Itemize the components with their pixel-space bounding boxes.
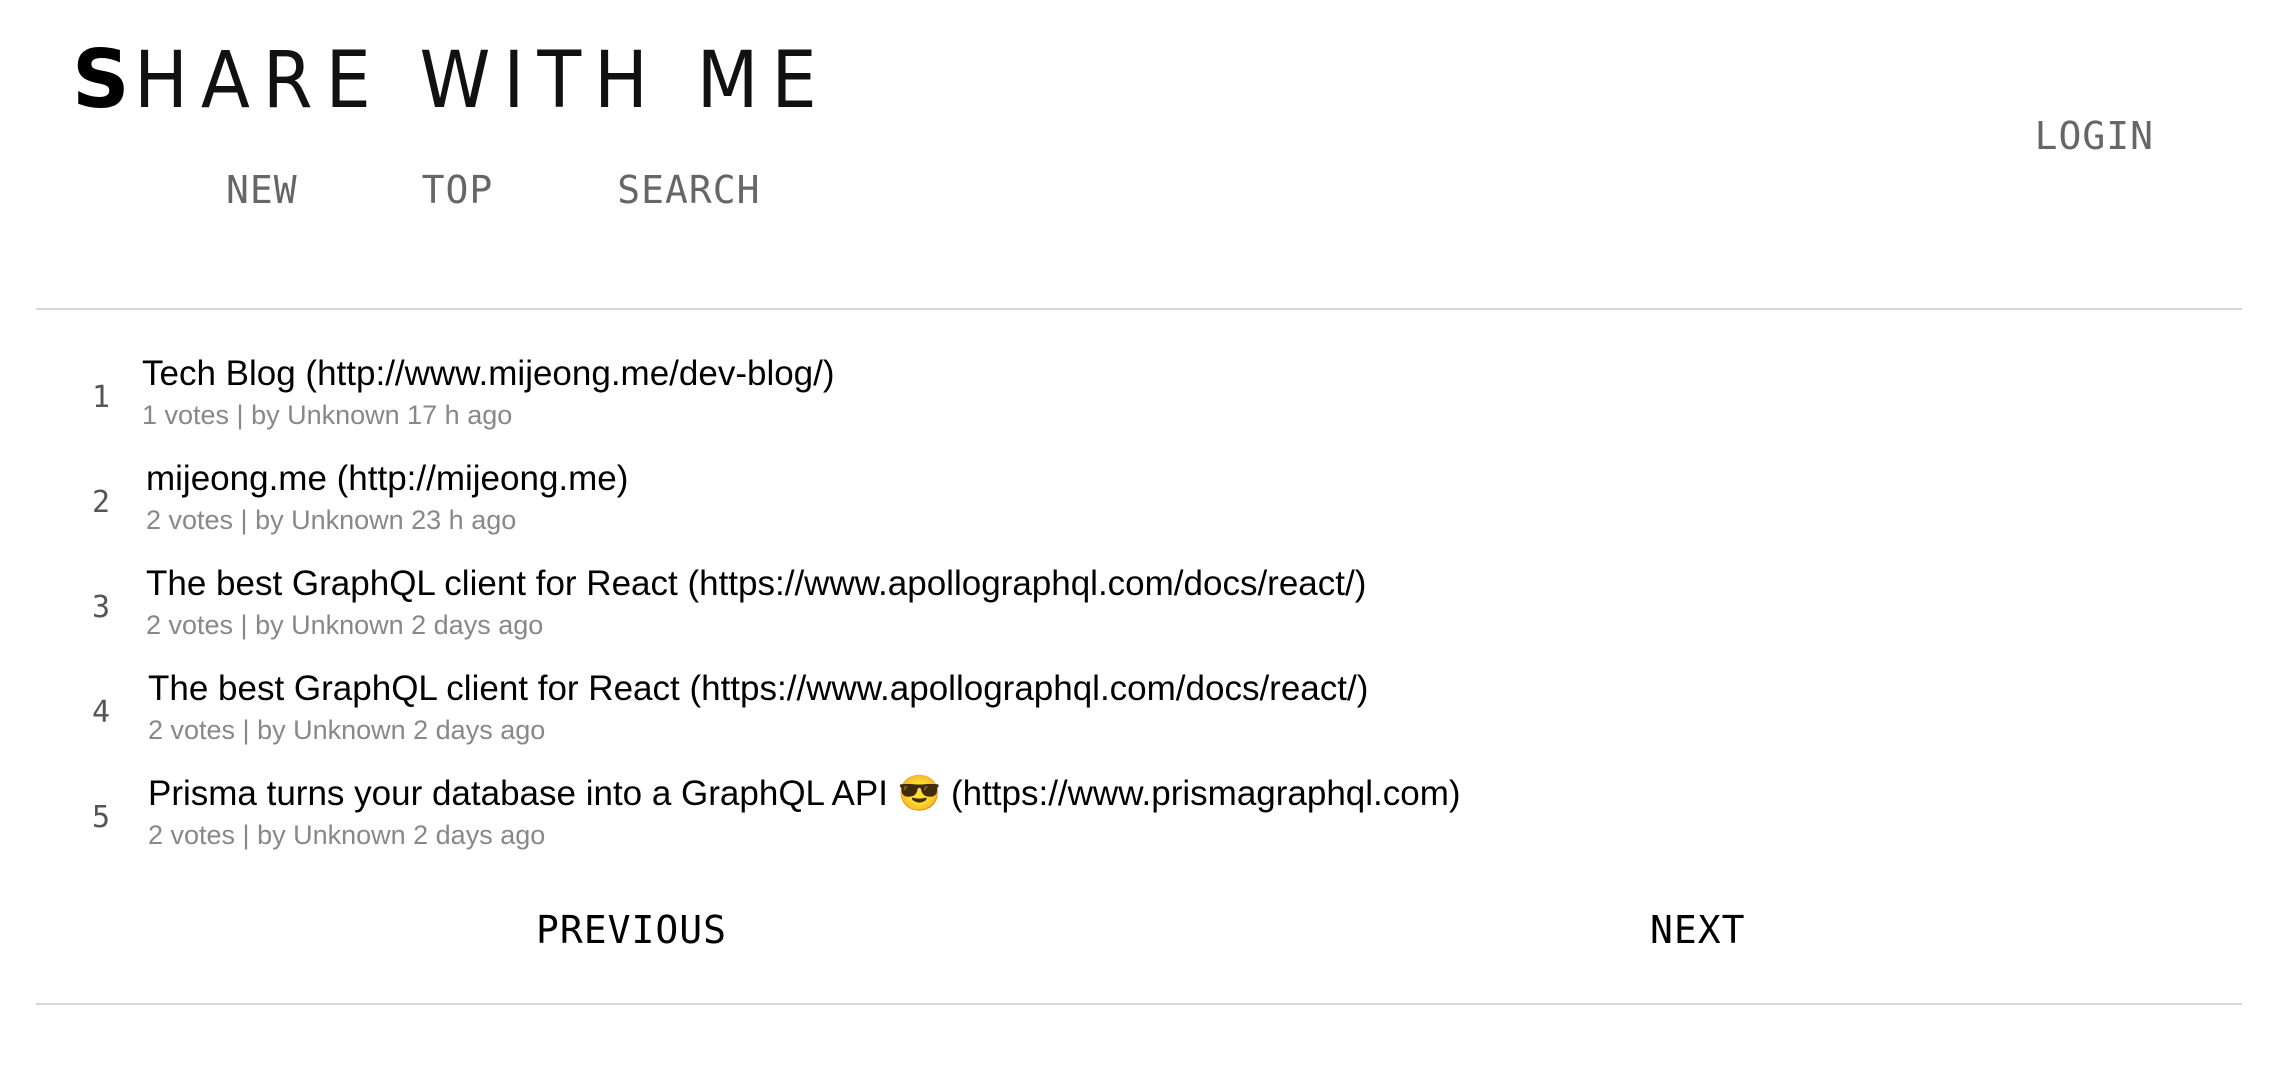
item-rank: 1 [92, 380, 111, 415]
nav-top-link[interactable]: TOP [422, 168, 494, 212]
header-divider [36, 308, 2242, 310]
item-body: The best GraphQL client for React (https… [146, 560, 1366, 642]
main-nav: NEW TOP SEARCH [226, 168, 761, 212]
list-item: 1 Tech Blog (http://www.mijeong.me/dev-b… [0, 350, 2278, 454]
item-title-link[interactable]: The best GraphQL client for React (https… [146, 560, 1366, 608]
list-item: 4 The best GraphQL client for React (htt… [0, 665, 2278, 769]
item-rank: 3 [92, 590, 111, 625]
nav-search-link[interactable]: SEARCH [617, 168, 760, 212]
item-meta: 2 votes | by Unknown 2 days ago [146, 610, 544, 640]
item-meta: 2 votes | by Unknown 2 days ago [148, 715, 546, 745]
item-meta: 2 votes | by Unknown 2 days ago [148, 820, 546, 850]
list-item: 5 Prisma turns your database into a Grap… [0, 770, 2278, 874]
item-body: Prisma turns your database into a GraphQ… [148, 770, 1461, 852]
item-meta: 2 votes | by Unknown 23 h ago [146, 505, 517, 535]
list-item: 3 The best GraphQL client for React (htt… [0, 560, 2278, 664]
item-meta: 1 votes | by Unknown 17 h ago [142, 400, 513, 430]
footer-divider [36, 1003, 2242, 1005]
item-title-link[interactable]: Prisma turns your database into a GraphQ… [148, 770, 1461, 818]
item-body: The best GraphQL client for React (https… [148, 665, 1368, 747]
item-rank: 5 [92, 800, 111, 835]
next-page-button[interactable]: NEXT [1650, 908, 1746, 952]
nav-new-link[interactable]: NEW [226, 168, 298, 212]
logo-initial: S [72, 33, 130, 126]
logo-text: HARE WITH ME [133, 36, 830, 126]
item-rank: 2 [92, 485, 111, 520]
list-item: 2 mijeong.me (http://mijeong.me) 2 votes… [0, 455, 2278, 559]
item-rank: 4 [92, 695, 111, 730]
login-link[interactable]: LOGIN [2035, 114, 2154, 158]
previous-page-button[interactable]: PREVIOUS [536, 908, 727, 952]
item-title-link[interactable]: The best GraphQL client for React (https… [148, 665, 1368, 713]
item-title-link[interactable]: mijeong.me (http://mijeong.me) [146, 455, 628, 503]
item-body: Tech Blog (http://www.mijeong.me/dev-blo… [142, 350, 835, 432]
site-logo[interactable]: S HARE WITH ME [72, 33, 890, 126]
item-title-link[interactable]: Tech Blog (http://www.mijeong.me/dev-blo… [142, 350, 835, 398]
item-body: mijeong.me (http://mijeong.me) 2 votes |… [146, 455, 628, 537]
